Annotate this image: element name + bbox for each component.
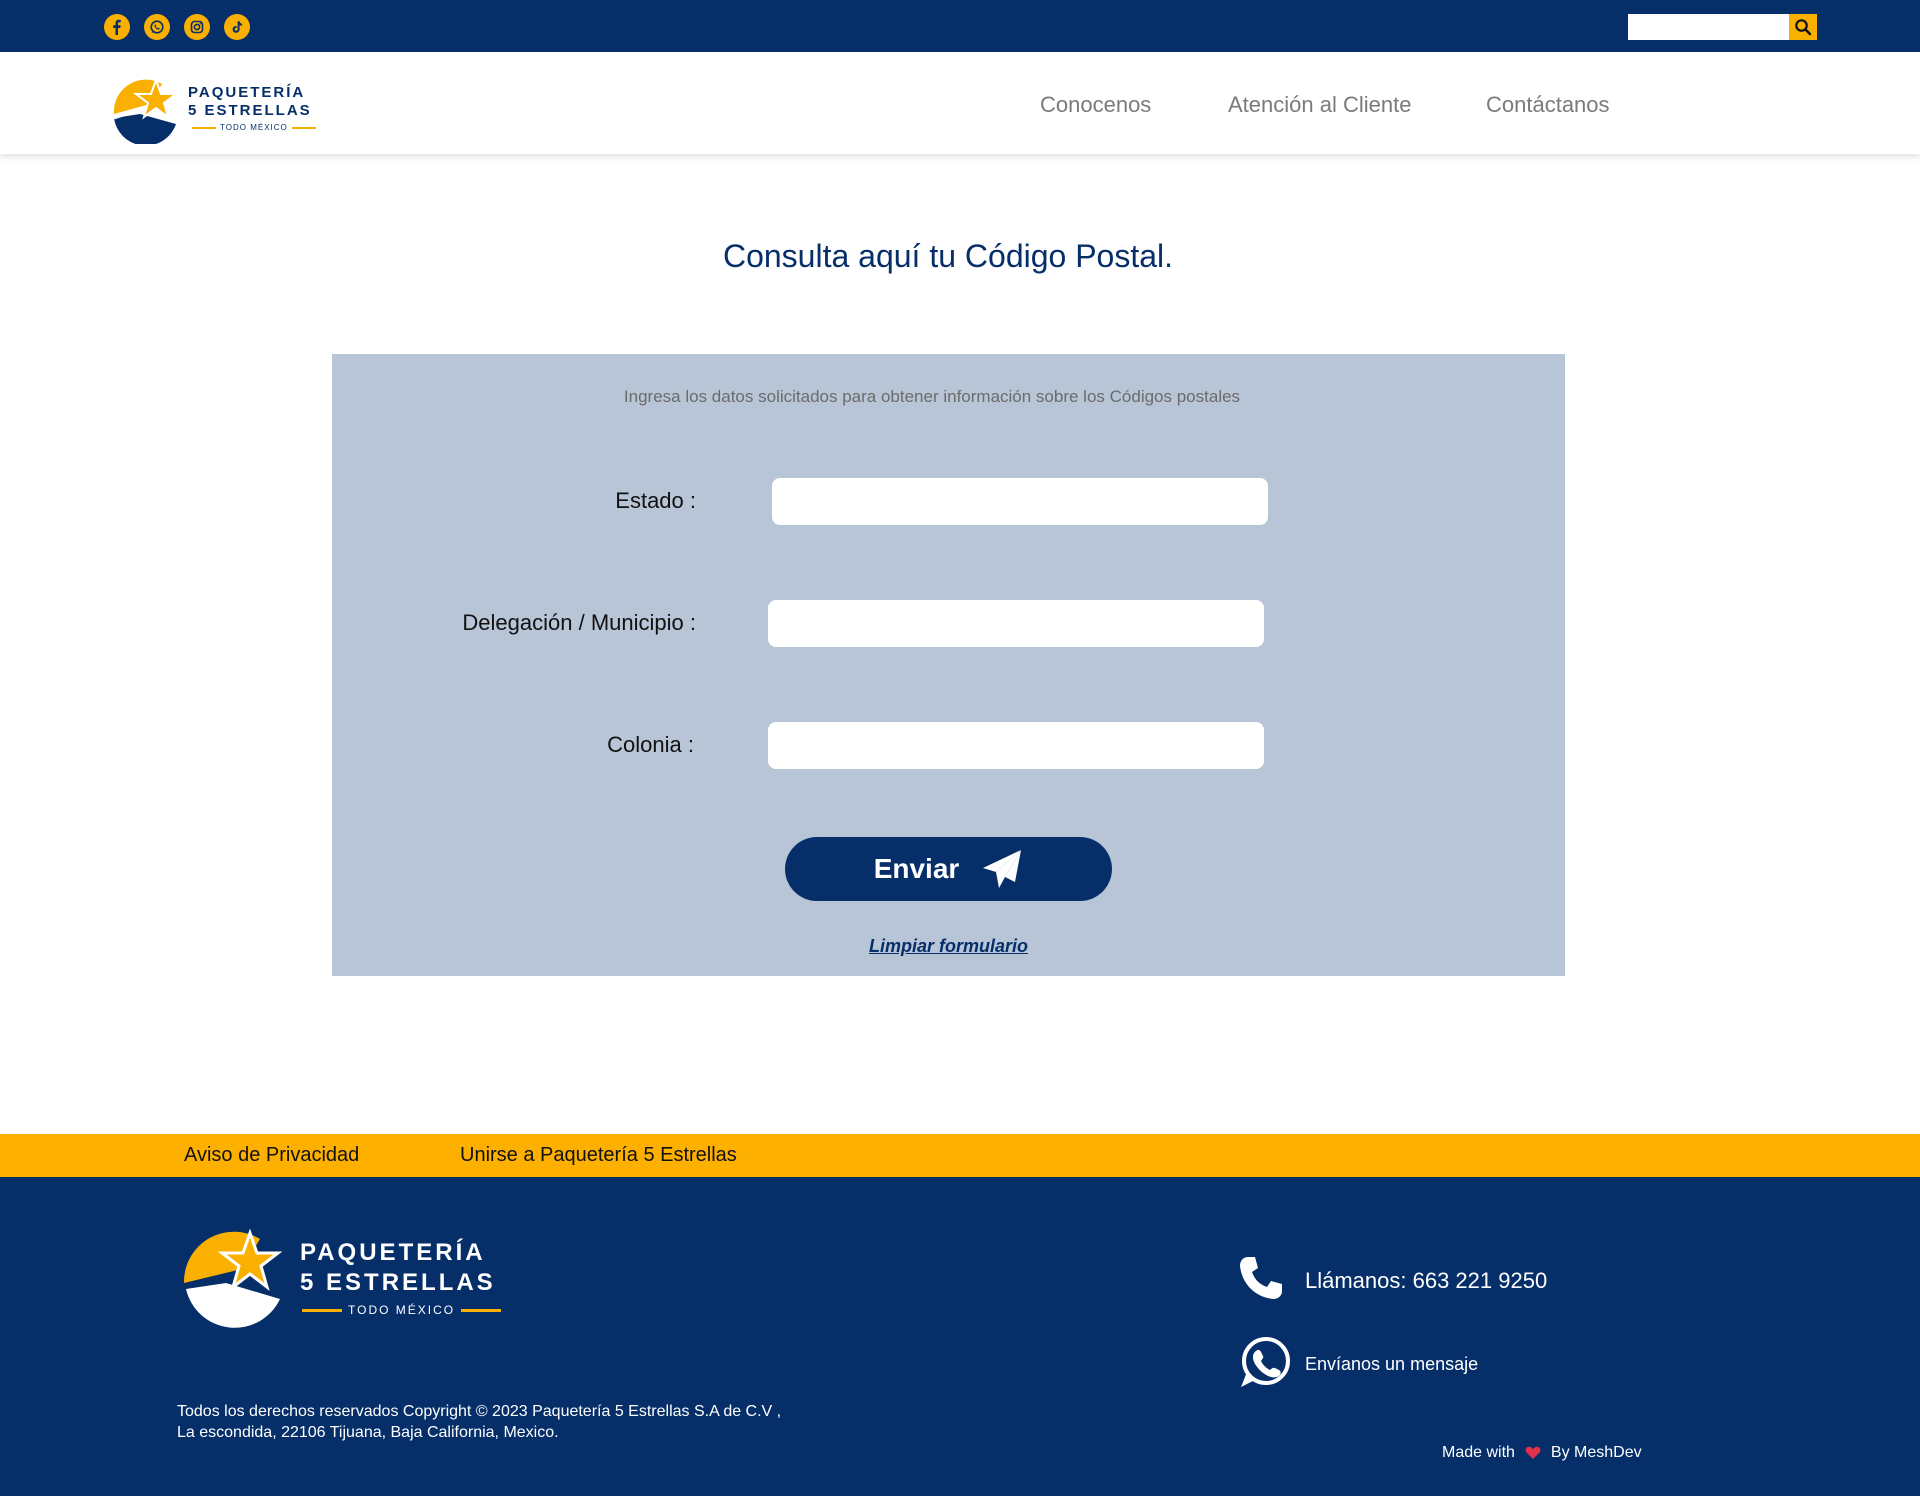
footer-links-bar: Aviso de Privacidad Unirse a Paquetería … [0, 1134, 1920, 1177]
heart-icon [1525, 1446, 1541, 1459]
estado-label: Estado : [615, 488, 696, 513]
logo-tagline: TODO MÉXICO [188, 123, 318, 132]
search-button[interactable] [1789, 14, 1817, 40]
paper-plane-icon [983, 850, 1022, 888]
instagram-icon[interactable] [184, 14, 210, 40]
phone-icon [1240, 1257, 1282, 1299]
top-bar [0, 0, 1920, 52]
copyright-line2: La escondida, 22106 Tijuana, Baja Califo… [177, 1424, 559, 1441]
nav-conocenos[interactable]: Conocenos [1040, 92, 1151, 118]
brand-logo[interactable]: PAQUETERÍA 5 ESTRELLAS TODO MÉXICO [110, 74, 322, 144]
copyright-text: Todos los derechos reservados Copyright … [177, 1401, 781, 1443]
logo-line2: 5 ESTRELLAS [188, 102, 312, 119]
municipio-label: Delegación / Municipio : [462, 610, 696, 635]
nav-contactanos[interactable]: Contáctanos [1486, 92, 1610, 118]
nav-atencion-cliente[interactable]: Atención al Cliente [1228, 92, 1411, 118]
footer-logo-line2: 5 ESTRELLAS [300, 1269, 496, 1296]
page-title: Consulta aquí tu Código Postal. [722, 238, 1174, 274]
whatsapp-message-text[interactable]: Envíanos un mensaje [1305, 1354, 1478, 1375]
estado-input[interactable] [772, 478, 1268, 525]
colonia-input[interactable] [768, 722, 1264, 769]
made-with-label: Made with [1442, 1444, 1515, 1461]
privacy-notice-link[interactable]: Aviso de Privacidad [184, 1144, 359, 1167]
phone-text[interactable]: Llámanos: 663 221 9250 [1305, 1268, 1547, 1294]
colonia-label: Colonia : [607, 732, 694, 757]
copyright-line1: Todos los derechos reservados Copyright … [177, 1403, 782, 1420]
logo-line1: PAQUETERÍA [188, 84, 306, 101]
tiktok-icon[interactable] [224, 14, 250, 40]
footer-logo: PAQUETERÍA 5 ESTRELLAS TODO MÉXICO [180, 1225, 510, 1330]
submit-label: Enviar [873, 853, 960, 884]
footer-logo-line1: PAQUETERÍA [300, 1239, 486, 1266]
search-icon [1795, 19, 1812, 36]
made-by-label[interactable]: By MeshDev [1551, 1444, 1642, 1462]
municipio-input[interactable] [768, 600, 1264, 647]
made-with-credit: Made with By MeshDev [1442, 1444, 1642, 1462]
star-logo-icon [113, 77, 179, 144]
whatsapp-icon[interactable] [144, 14, 170, 40]
form-subtitle: Ingresa los datos solicitados para obten… [623, 387, 1241, 406]
footer-logo-tagline: TODO MÉXICO [296, 1303, 502, 1317]
clear-form-link[interactable]: Limpiar formulario [332, 936, 1565, 957]
search-input[interactable] [1628, 14, 1790, 40]
whatsapp-footer-icon [1241, 1337, 1290, 1387]
submit-button[interactable]: Enviar [785, 837, 1112, 901]
site-footer: PAQUETERÍA 5 ESTRELLAS TODO MÉXICO Todos… [0, 1177, 1920, 1496]
postal-code-form: Ingresa los datos solicitados para obten… [332, 354, 1565, 976]
facebook-icon[interactable] [104, 14, 130, 40]
site-header: PAQUETERÍA 5 ESTRELLAS TODO MÉXICO Conoc… [0, 52, 1920, 154]
footer-star-logo-icon [183, 1228, 283, 1328]
join-link[interactable]: Unirse a Paquetería 5 Estrellas [460, 1144, 737, 1167]
